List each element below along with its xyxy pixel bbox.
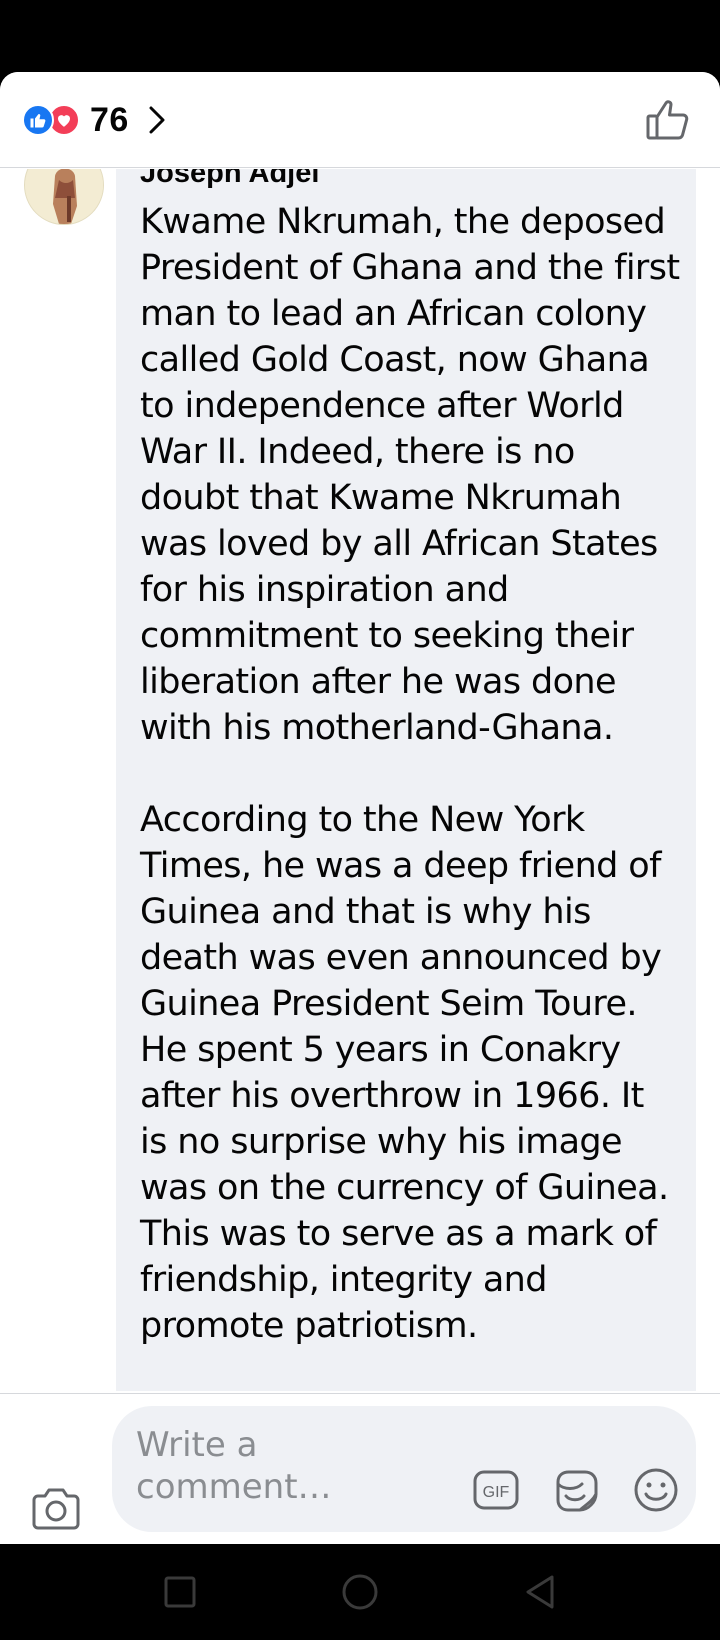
svg-text:GIF: GIF bbox=[483, 1484, 510, 1501]
reaction-count: 76 bbox=[90, 100, 129, 139]
comment-paragraph-1: Kwame Nkrumah, the deposed President of … bbox=[140, 202, 680, 748]
emoji-icon bbox=[634, 1468, 678, 1512]
sticker-button[interactable] bbox=[552, 1466, 600, 1514]
sheet-header: 76 bbox=[0, 72, 720, 168]
comment-list: Joseph Adjei Kwame Nkrumah, the deposed … bbox=[0, 169, 720, 1391]
emoji-button[interactable] bbox=[632, 1466, 680, 1514]
avatar[interactable] bbox=[24, 169, 104, 225]
gif-button[interactable]: GIF bbox=[472, 1466, 520, 1514]
comment-input-container: GIF bbox=[112, 1406, 696, 1532]
sticker-icon bbox=[556, 1470, 598, 1512]
camera-button[interactable] bbox=[30, 1486, 82, 1532]
comment-paragraph-2: According to the New York Times, he was … bbox=[140, 800, 669, 1346]
back-button[interactable] bbox=[520, 1572, 560, 1612]
comment-bubble[interactable]: Joseph Adjei Kwame Nkrumah, the deposed … bbox=[116, 169, 696, 1391]
recent-apps-button[interactable] bbox=[160, 1572, 200, 1612]
like-reaction-icon bbox=[22, 104, 54, 136]
home-button[interactable] bbox=[340, 1572, 380, 1612]
reactions-summary[interactable]: 76 bbox=[22, 98, 171, 142]
recent-apps-icon bbox=[164, 1576, 196, 1608]
camera-icon bbox=[32, 1488, 80, 1530]
comment-author[interactable]: Joseph Adjei bbox=[140, 169, 319, 190]
chevron-right-icon bbox=[147, 104, 171, 136]
thumbs-up-icon bbox=[646, 100, 689, 140]
comments-sheet: 76 Joseph Adjei Kwame Nkrumah, the depos… bbox=[0, 72, 720, 1544]
system-navigation-bar bbox=[0, 1544, 720, 1640]
like-button[interactable] bbox=[644, 96, 692, 144]
comment-composer: GIF bbox=[0, 1393, 720, 1544]
gif-icon: GIF bbox=[473, 1470, 519, 1510]
screen: 76 Joseph Adjei Kwame Nkrumah, the depos… bbox=[0, 0, 720, 1640]
status-bar bbox=[0, 0, 720, 72]
home-icon bbox=[342, 1574, 378, 1610]
back-icon bbox=[526, 1575, 554, 1609]
comment-input[interactable] bbox=[136, 1424, 436, 1516]
comment-body: Kwame Nkrumah, the deposed President of … bbox=[140, 199, 680, 1349]
